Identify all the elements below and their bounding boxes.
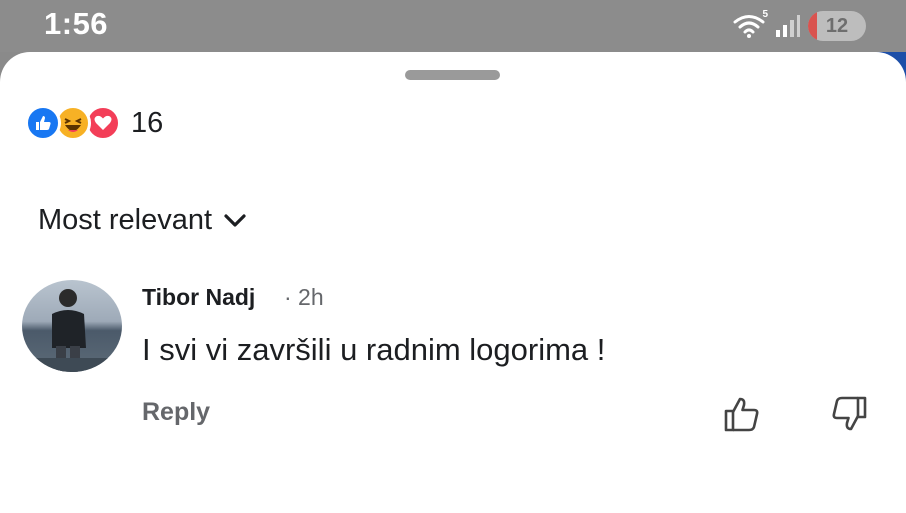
avatar[interactable] xyxy=(22,280,122,372)
status-icons: 5 12 xyxy=(732,9,866,43)
chevron-down-icon xyxy=(224,213,246,227)
comment-text: I svi vi završili u radnim logorima ! xyxy=(142,332,606,367)
sort-label: Most relevant xyxy=(38,204,213,236)
thumb-down-icon[interactable] xyxy=(829,394,869,434)
wifi-icon: 5 xyxy=(732,9,768,39)
like-reaction-icon xyxy=(25,105,61,141)
comment-time: · 2h xyxy=(284,284,324,310)
reaction-count: 16 xyxy=(131,106,164,139)
status-time: 1:56 xyxy=(44,6,109,41)
battery-fill xyxy=(808,11,817,41)
battery-level: 12 xyxy=(825,14,849,37)
signal-icon xyxy=(774,14,800,38)
sort-selector[interactable]: Most relevant xyxy=(38,204,248,237)
wifi-badge: 5 xyxy=(762,9,768,20)
thumb-up-icon[interactable] xyxy=(722,394,762,434)
drag-handle[interactable] xyxy=(405,70,500,80)
comments-sheet: 16 Most relevant Tibor Nadj · 2h I svi v… xyxy=(0,52,906,513)
status-bar: 1:56 5 12 xyxy=(0,0,906,52)
reply-button[interactable]: Reply xyxy=(142,398,210,427)
comment-author[interactable]: Tibor Nadj xyxy=(142,284,255,311)
battery-icon: 12 xyxy=(808,11,866,41)
reactions-summary[interactable]: 16 xyxy=(25,104,163,142)
